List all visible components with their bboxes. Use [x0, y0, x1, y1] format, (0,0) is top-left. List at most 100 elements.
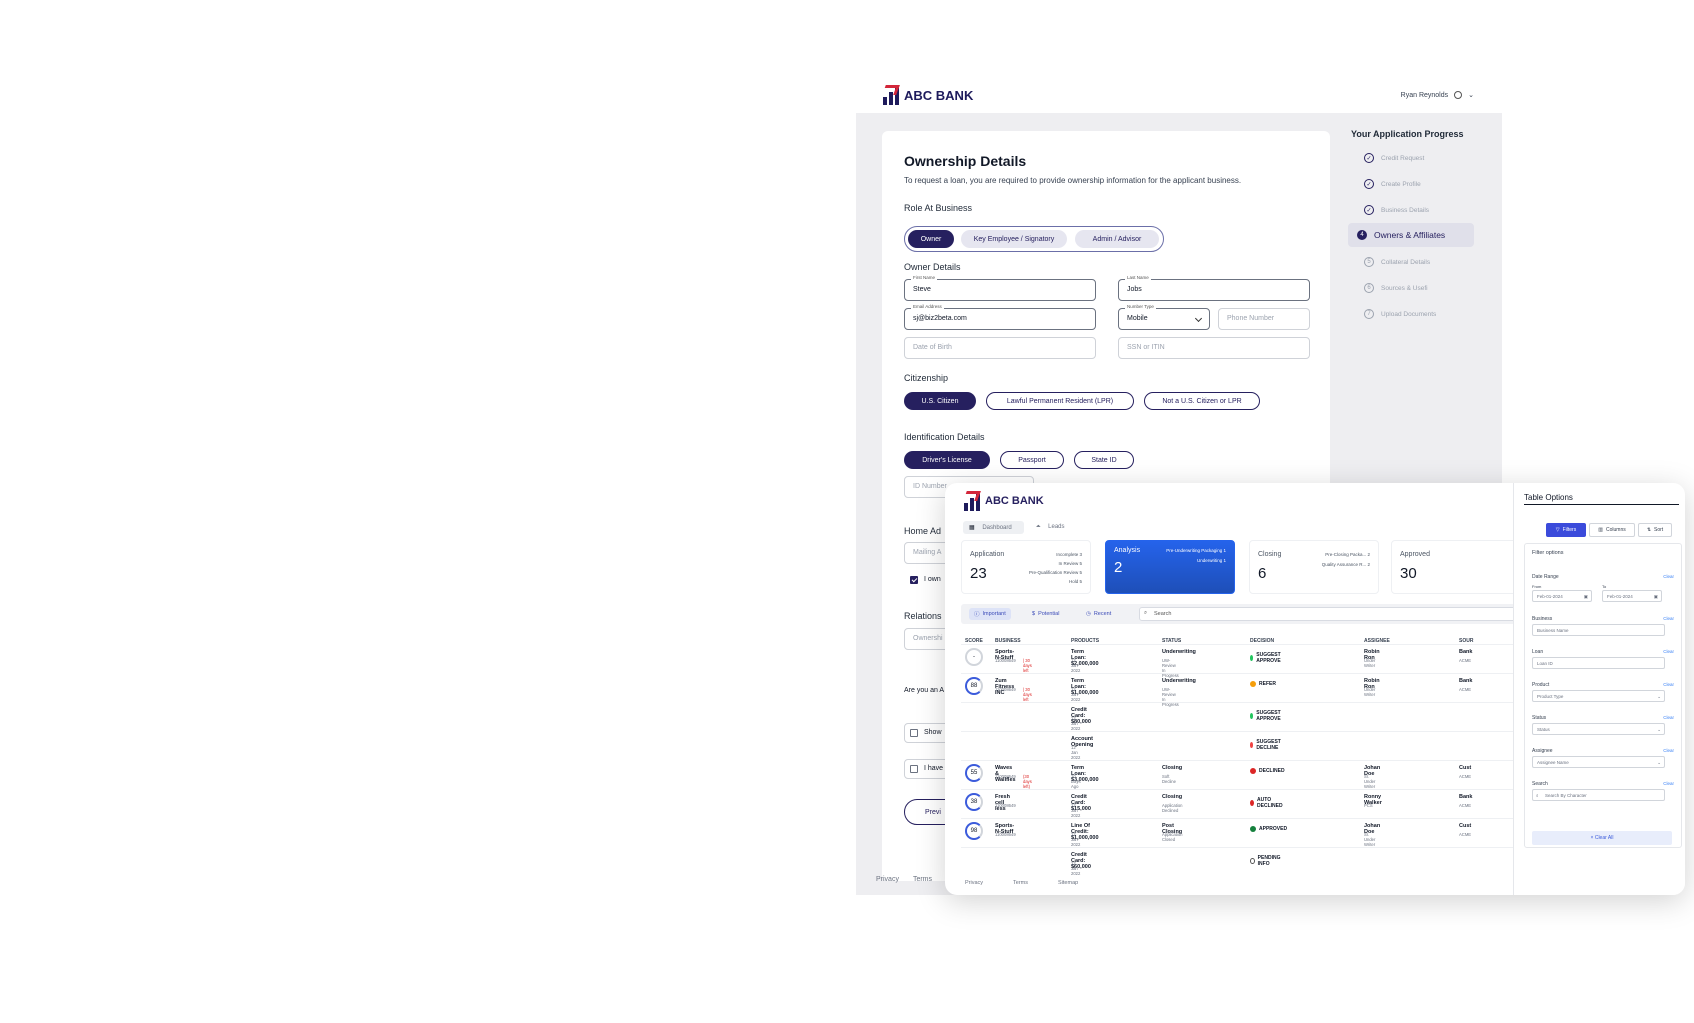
product-clear[interactable]: Clear [1663, 682, 1674, 687]
clear-all-button[interactable]: × Clear All [1532, 831, 1672, 845]
decision-badge: AUTO DECLINED [1250, 797, 1285, 809]
decision-label: REFER [1259, 681, 1276, 687]
last-name-field[interactable]: Last Name Jobs [1118, 275, 1310, 301]
status-dot-icon [1250, 826, 1256, 832]
phone-number-field[interactable]: Phone Number [1218, 308, 1310, 330]
assignee-clear[interactable]: Clear [1663, 748, 1674, 753]
status-dot-icon [1250, 768, 1256, 774]
assignee-filter-select[interactable]: Assignee Name ⌄ [1532, 756, 1665, 768]
decision-badge: REFER [1250, 681, 1276, 687]
brand-logo[interactable]: ABC BANK [963, 491, 1044, 511]
step-owners-affiliates[interactable]: 4 Owners & Affiliates [1348, 223, 1474, 247]
ssn-field[interactable]: SSN or ITIN [1118, 337, 1310, 359]
product-filter-select[interactable]: Product Type ⌄ [1532, 690, 1665, 702]
status-dot-icon [1250, 858, 1255, 864]
status-clear[interactable]: Clear [1663, 715, 1674, 720]
step-sources-uses[interactable]: 6 Sources & Usefi [1356, 276, 1482, 300]
tab-leads[interactable]: ⏶ Leads [1030, 521, 1077, 534]
step-label: Business Details [1381, 206, 1430, 214]
status-filter-select[interactable]: Status ⌄ [1532, 723, 1665, 735]
filter-important[interactable]: ⓘ Important [969, 608, 1011, 620]
citizenship-us-button[interactable]: U.S. Citizen [904, 392, 976, 410]
step-collateral-details[interactable]: 5 Collateral Details [1356, 250, 1482, 274]
date-range-clear[interactable]: Clear [1663, 574, 1674, 579]
step-create-profile[interactable]: ✓ Create Profile [1356, 172, 1482, 196]
brand-logo[interactable]: ABC BANK [882, 85, 973, 105]
loan-dashboard-window: ABC BANK ▦ Dashboard ⏶ Leads Application… [945, 483, 1685, 895]
date-from-input[interactable]: Feb-01-2024 ▣ [1532, 590, 1592, 602]
business-clear[interactable]: Clear [1663, 616, 1674, 621]
kpi-closing[interactable]: Closing 6 Pre-Closing Packa... 2 Quality… [1249, 540, 1379, 594]
decision-label: SUGGEST APPROVE [1256, 652, 1281, 664]
role-segmented-control: Owner Key Employee / Signatory Admin / A… [904, 226, 1164, 252]
id-passport-button[interactable]: Passport [1000, 451, 1064, 469]
citizenship-lpr-button[interactable]: Lawful Permanent Resident (LPR) [986, 392, 1134, 410]
role-owner-button[interactable]: Owner [908, 230, 954, 248]
status-text: Underwriting [1162, 678, 1196, 684]
step-upload-documents[interactable]: 7 Upload Documents [1356, 302, 1482, 326]
user-menu[interactable]: Ryan Reynolds ⌄ [1401, 91, 1474, 99]
status-detail: UW- Review In Progress [1162, 658, 1179, 678]
decision-badge: SUGGEST APPROVE [1250, 652, 1283, 664]
row-divider [961, 789, 1521, 790]
id-drivers-license-button[interactable]: Driver's License [904, 451, 990, 469]
product-filter-label: Product [1532, 682, 1550, 688]
number-type-select[interactable]: Number Type Mobile [1118, 304, 1210, 330]
role-admin-button[interactable]: Admin / Advisor [1075, 230, 1159, 248]
step-credit-request[interactable]: ✓ Credit Request [1356, 146, 1482, 170]
tab-dashboard[interactable]: ▦ Dashboard [963, 521, 1024, 534]
have-checkbox[interactable] [910, 765, 918, 773]
back-footer: Privacy Terms [876, 876, 932, 883]
filter-label: Important [982, 611, 1006, 617]
business-filter-input[interactable]: Business Name [1532, 624, 1665, 636]
kpi-sub: Hold 5 [1068, 579, 1082, 584]
sort-button[interactable]: ⇅ Sort [1638, 523, 1672, 537]
loan-filter-input[interactable]: Loan ID [1532, 657, 1665, 669]
search-filter-input[interactable]: ⌕ Search By Character [1532, 789, 1665, 801]
kpi-application[interactable]: Application 23 Incomplete 3 In Review 5 … [961, 540, 1091, 594]
filters-button[interactable]: ▽ Filters [1546, 523, 1586, 537]
step-number-icon: 5 [1364, 257, 1374, 267]
show-checkbox[interactable] [910, 729, 918, 737]
assignee-role: Under Writer [1364, 687, 1376, 697]
footer-sitemap-link[interactable]: Sitemap [1058, 880, 1078, 886]
kpi-title: Analysis [1114, 547, 1141, 554]
role-key-employee-button[interactable]: Key Employee / Signatory [961, 230, 1067, 248]
footer-privacy-link[interactable]: Privacy [876, 876, 899, 883]
email-field[interactable]: Email Address sj@biz2beta.com [904, 304, 1096, 330]
footer-terms-link[interactable]: Terms [913, 876, 932, 883]
search-icon: ⌕ [1144, 610, 1148, 616]
check-circle-icon: ✓ [1364, 205, 1374, 215]
date-to-input[interactable]: Feb-01-2024 ▣ [1602, 590, 1662, 602]
show-checkbox-label: Show [924, 729, 942, 736]
table-search-input[interactable]: ⌕ Search [1139, 607, 1521, 621]
own-home-checkbox[interactable] [910, 576, 918, 584]
columns-button[interactable]: ▥ Columns [1589, 523, 1635, 537]
loan-filter-label: Loan [1532, 649, 1544, 655]
user-name: Ryan Reynolds [1400, 91, 1449, 99]
citizenship-non-us-button[interactable]: Not a U.S. Citizen or LPR [1144, 392, 1260, 410]
source-name: Cust [1459, 765, 1472, 771]
step-business-details[interactable]: ✓ Business Details [1356, 198, 1482, 222]
footer-terms-link[interactable]: Terms [1013, 880, 1028, 886]
kpi-approved[interactable]: Approved 30 Closing 3 Funding 5 [1391, 540, 1550, 594]
filter-recent[interactable]: ◷ Recent [1081, 608, 1116, 620]
product-placeholder: Product Type [1537, 694, 1564, 699]
button-label: Columns [1606, 527, 1626, 533]
step-label: Credit Request [1381, 154, 1425, 162]
panel-title: Table Options [1524, 493, 1679, 505]
check-circle-icon: ✓ [1364, 179, 1374, 189]
loan-clear[interactable]: Clear [1663, 649, 1674, 654]
filter-potential[interactable]: $ Potential [1027, 608, 1064, 620]
page-title: Ownership Details [904, 153, 1027, 169]
status-dot-icon [1250, 800, 1255, 806]
kpi-analysis[interactable]: Analysis 2 Pre-Underwriting Packaging 1 … [1105, 540, 1235, 594]
kpi-sub: Incomplete 3 [1056, 552, 1082, 557]
search-clear[interactable]: Clear [1663, 781, 1674, 786]
date-of-birth-field[interactable]: Date of Birth [904, 337, 1096, 359]
decision-badge: PENDING INFO [1250, 855, 1282, 867]
assignee-role: PCS [1364, 803, 1373, 808]
first-name-field[interactable]: First Name Steve [904, 275, 1096, 301]
footer-privacy-link[interactable]: Privacy [965, 880, 983, 886]
id-state-id-button[interactable]: State ID [1074, 451, 1134, 469]
